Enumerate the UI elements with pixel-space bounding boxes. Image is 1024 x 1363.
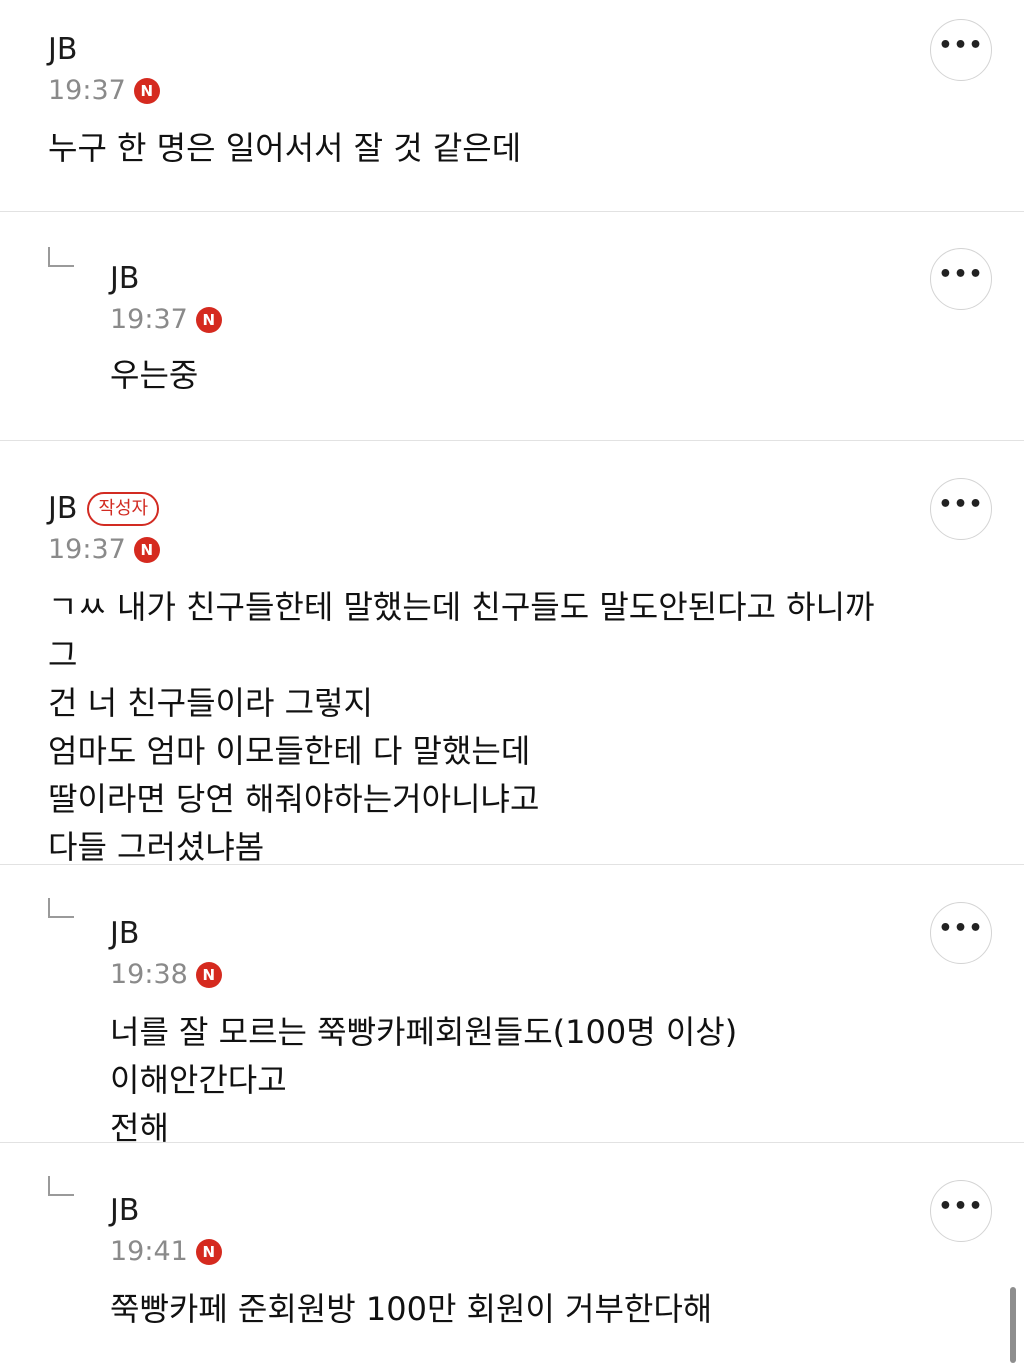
more-options-button[interactable]: •••: [930, 478, 992, 540]
more-options-button[interactable]: •••: [930, 248, 992, 310]
comment-thread: JB 19:37 N 누구 한 명은 일어서서 잘 것 같은데 ••• JB 1…: [0, 0, 1024, 1363]
reply-arrow-icon: [48, 1176, 74, 1196]
reply-item: JB 19:38 N 너를 잘 모르는 쭉빵카페회원들도(100명 이상) 이해…: [0, 865, 1024, 1147]
reply-arrow-icon: [48, 247, 74, 267]
more-options-button[interactable]: •••: [930, 902, 992, 964]
new-badge-icon: N: [133, 537, 160, 563]
reply-item: JB 19:41 N 쭉빵카페 준회원방 100만 회원이 거부한다해 •••: [0, 1143, 1024, 1363]
new-badge-icon: N: [195, 307, 222, 333]
new-badge-icon: N: [195, 1239, 222, 1265]
comment-text: 너를 잘 모르는 쭉빵카페회원들도(100명 이상) 이해안간다고 전해: [110, 1013, 738, 1147]
more-options-button[interactable]: •••: [930, 1180, 992, 1242]
new-badge-icon: N: [195, 962, 222, 988]
new-badge-icon: N: [133, 78, 160, 104]
comment-header: JB: [110, 914, 914, 954]
more-options-icon: •••: [938, 492, 984, 517]
writer-badge: 작성자: [87, 492, 160, 526]
reply-item: JB 19:37 N 우는중 •••: [0, 212, 1024, 441]
more-options-button[interactable]: •••: [930, 19, 992, 81]
comment-item: JB 19:37 N 누구 한 명은 일어서서 잘 것 같은데 •••: [0, 0, 1024, 212]
comment-item: JB 작성자 19:37 N ㄱㅆ 내가 친구들한테 말했는데 친구들도 말도안…: [0, 441, 1024, 866]
comment-header: JB: [110, 259, 914, 299]
comment-time: 19:38: [110, 959, 188, 990]
comment-meta: 19:38 N: [110, 956, 914, 994]
comment-author[interactable]: JB: [48, 30, 77, 70]
more-options-icon: •••: [938, 916, 984, 941]
comment-author[interactable]: JB: [110, 1191, 139, 1231]
comment-header: JB: [110, 1191, 914, 1231]
comment-author[interactable]: JB: [48, 489, 77, 529]
comment-meta: 19:37 N: [110, 301, 914, 339]
comment-text: 쭉빵카페 준회원방 100만 회원이 거부한다해: [110, 1290, 713, 1328]
comment-header: JB: [48, 30, 914, 70]
more-options-icon: •••: [938, 262, 984, 287]
scrollbar-thumb[interactable]: [1010, 1287, 1016, 1363]
comment-author[interactable]: JB: [110, 259, 139, 299]
comment-header: JB 작성자: [48, 489, 914, 529]
comment-meta: 19:37 N: [48, 72, 914, 110]
comment-time: 19:37: [110, 304, 188, 335]
comment-text: ㄱㅆ 내가 친구들한테 말했는데 친구들도 말도안된다고 하니까 그 건 너 친…: [48, 588, 875, 866]
comment-text: 우는중: [110, 356, 199, 394]
comment-text: 누구 한 명은 일어서서 잘 것 같은데: [48, 129, 522, 167]
comment-meta: 19:41 N: [110, 1233, 914, 1271]
more-options-icon: •••: [938, 33, 984, 58]
comment-time: 19:41: [110, 1236, 188, 1267]
comment-time: 19:37: [48, 534, 126, 565]
comment-author[interactable]: JB: [110, 914, 139, 954]
reply-arrow-icon: [48, 898, 74, 918]
more-options-icon: •••: [938, 1194, 984, 1219]
comment-meta: 19:37 N: [48, 531, 914, 569]
comment-time: 19:37: [48, 75, 126, 106]
